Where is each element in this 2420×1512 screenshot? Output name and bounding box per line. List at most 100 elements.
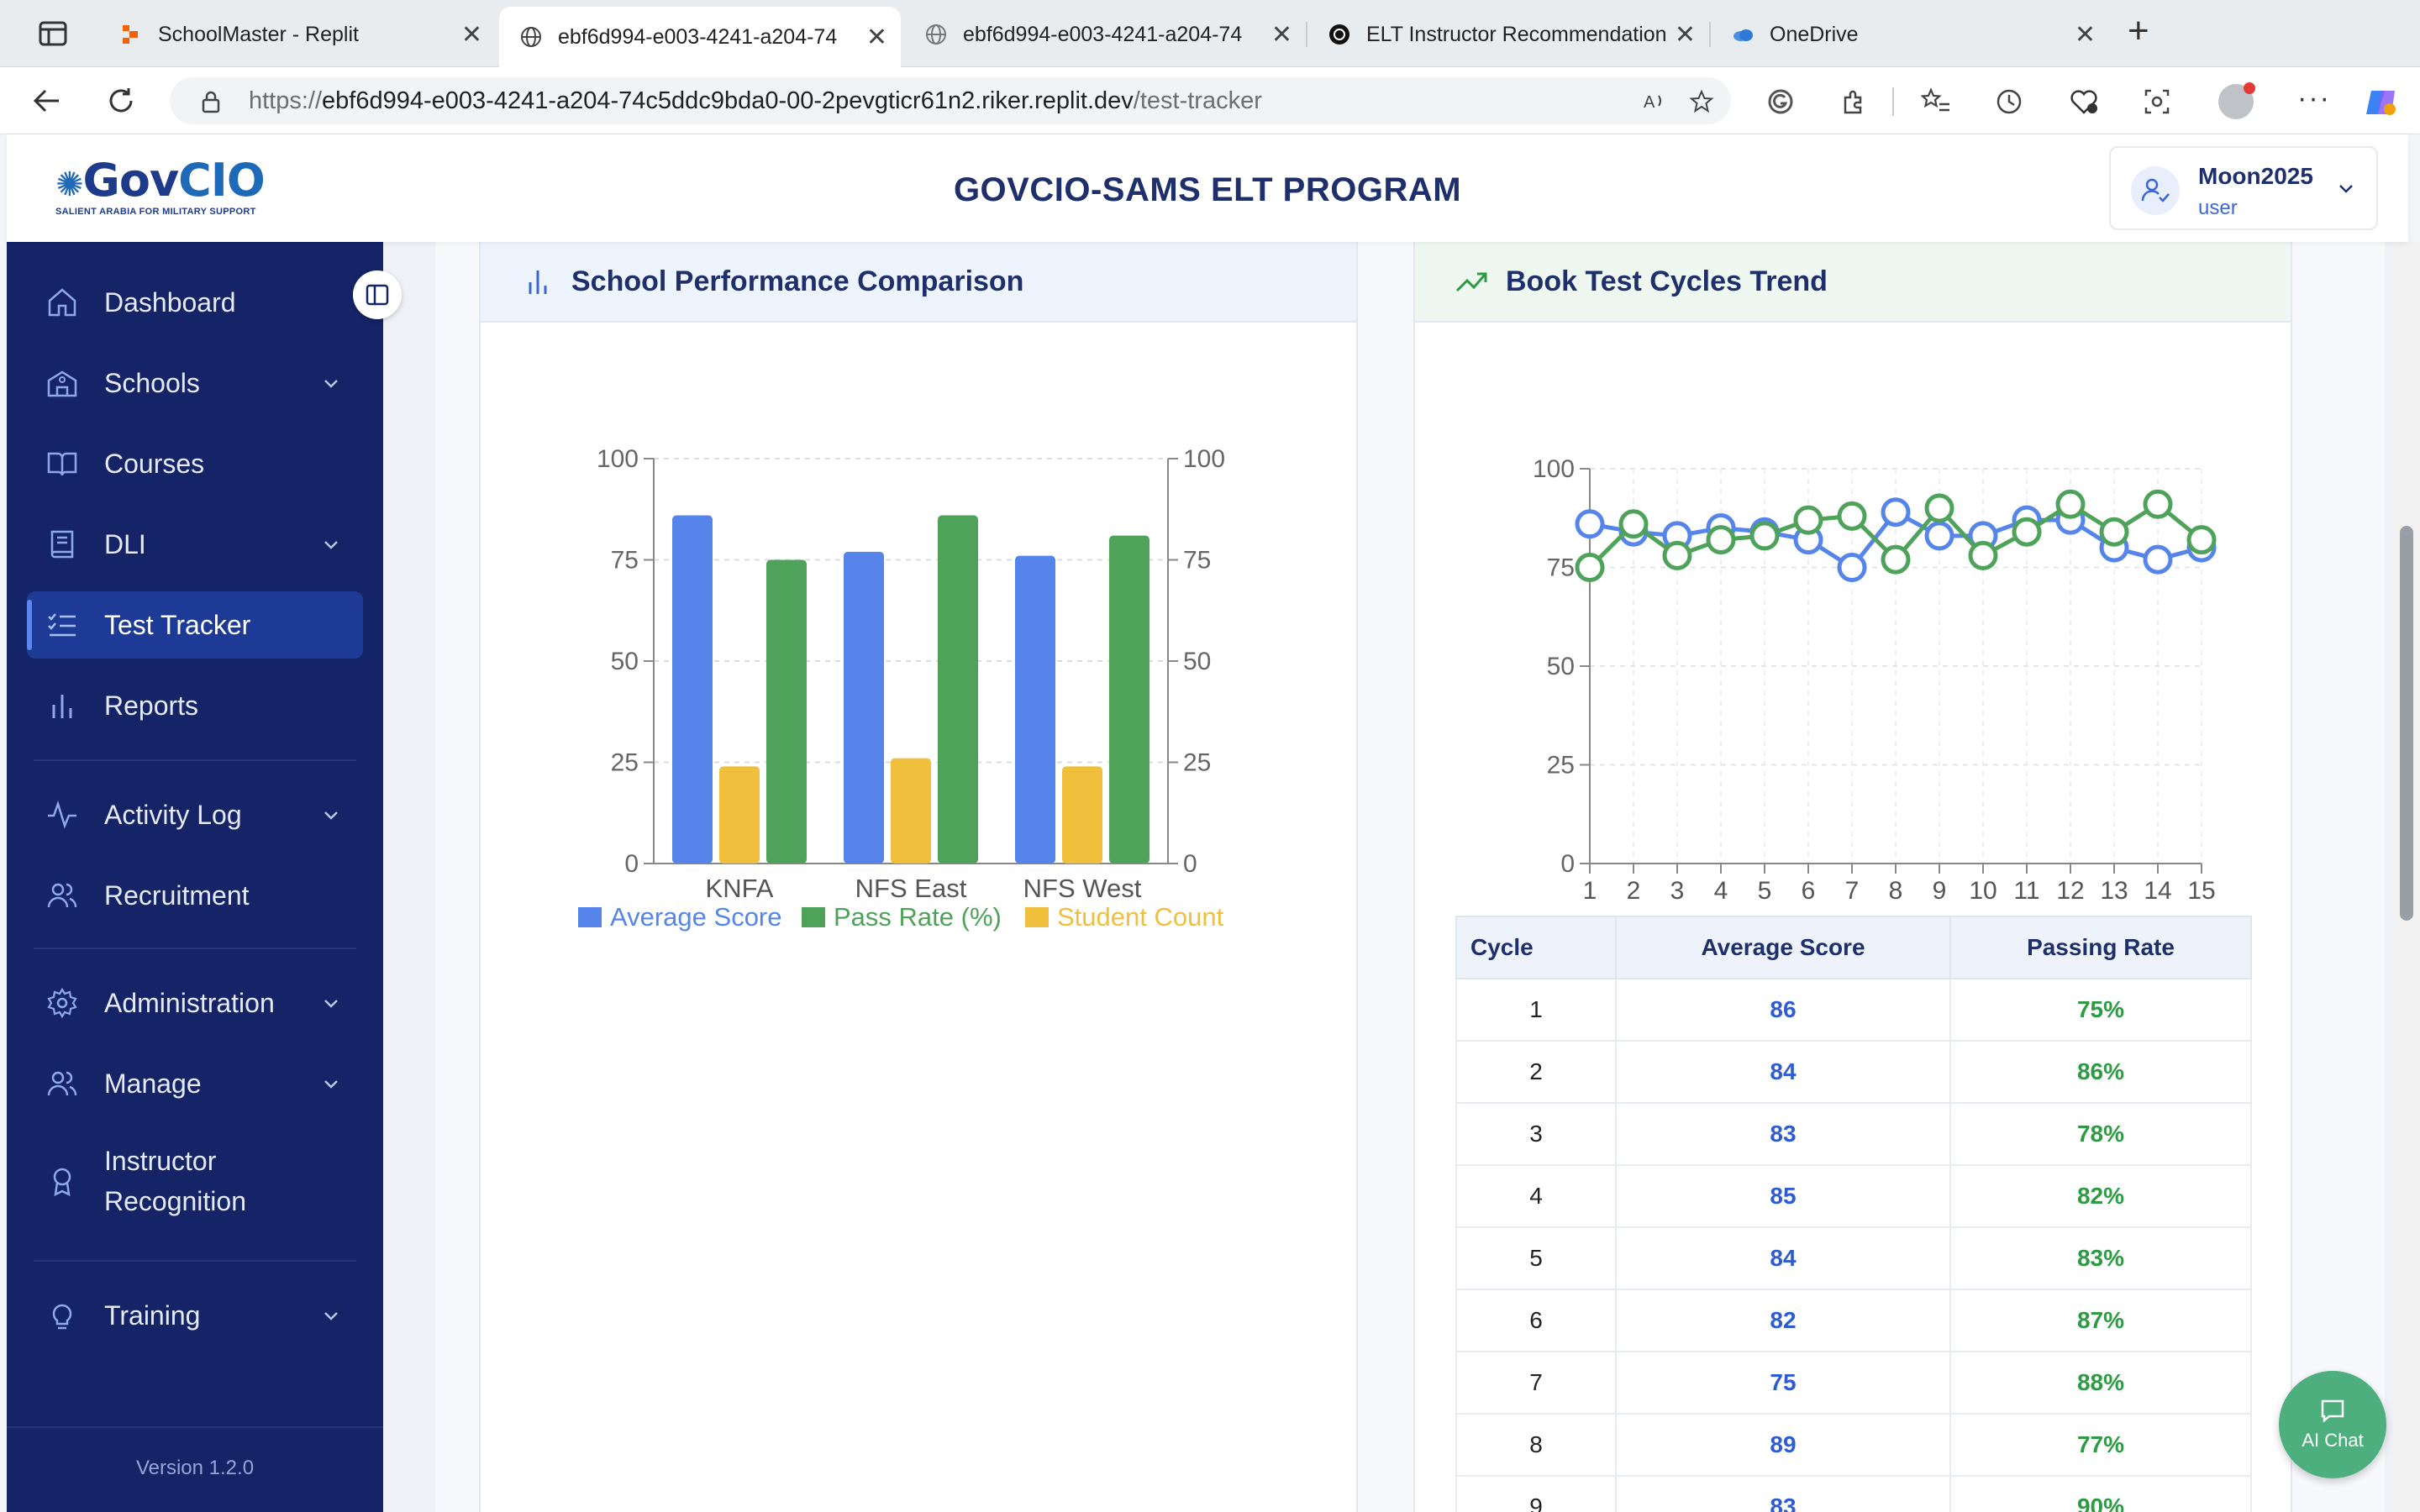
profile-avatar[interactable] xyxy=(2218,82,2255,119)
svg-text:A: A xyxy=(1644,93,1655,112)
screenshot-icon[interactable] xyxy=(2143,87,2171,116)
more-menu-icon[interactable]: ··· xyxy=(2297,82,2331,115)
sidebar-item-dashboard[interactable]: Dashboard xyxy=(27,269,363,336)
point-passing-rate xyxy=(1706,525,1736,555)
tab-elt-recommendation[interactable]: ELT Instructor Recommendation ✕ xyxy=(1307,8,1709,60)
legend-swatch xyxy=(802,907,825,927)
table-row: 8 89 77% xyxy=(1455,1414,2252,1477)
browser-toolbar: https://ebf6d994-e003-4241-a204-74c5ddc9… xyxy=(0,67,2420,134)
cell-passing-rate: 77% xyxy=(1949,1414,2252,1477)
sidebar-item-test-tracker[interactable]: Test Tracker xyxy=(27,591,363,659)
close-icon[interactable]: ✕ xyxy=(461,20,482,50)
point-average-score xyxy=(1881,497,1911,528)
sidebar-item-schools[interactable]: Schools xyxy=(27,349,363,417)
version-label: Version 1.2.0 xyxy=(135,1457,255,1479)
point-passing-rate xyxy=(1837,501,1867,531)
tab-duplicate[interactable]: ebf6d994-e003-4241-a204-74 ✕ xyxy=(904,8,1306,60)
column-header-cycle[interactable]: Cycle xyxy=(1455,916,1617,979)
point-passing-rate xyxy=(2143,489,2173,519)
tab-label: SchoolMaster - Replit xyxy=(158,22,359,46)
globe-icon xyxy=(521,27,541,47)
chevron-down-icon xyxy=(324,1312,338,1320)
cell-passing-rate: 87% xyxy=(1949,1289,2252,1352)
sidebar-item-instructor-recognition[interactable]: Instructor Recognition xyxy=(27,1131,363,1231)
sidebar-item-dli[interactable]: DLI xyxy=(27,511,363,578)
legend-swatch xyxy=(1025,907,1049,927)
read-aloud-icon[interactable]: A xyxy=(1642,89,1667,114)
cell-average-score: 82 xyxy=(1615,1289,1951,1352)
tab-test-tracker[interactable]: ebf6d994-e003-4241-a204-74 ✕ xyxy=(499,7,901,67)
history-icon[interactable] xyxy=(1995,87,2023,116)
home-icon xyxy=(44,284,81,321)
ai-chat-button[interactable]: AI Chat xyxy=(2279,1371,2386,1478)
favorites-icon[interactable] xyxy=(1921,87,1951,116)
extensions-icon[interactable] xyxy=(1839,87,1867,116)
sidebar-item-label-line2: Recognition xyxy=(104,1186,246,1216)
point-average-score xyxy=(1924,521,1954,551)
column-header-average-score[interactable]: Average Score xyxy=(1615,916,1951,979)
bar-student-count xyxy=(891,758,931,864)
sidebar-item-activity-log[interactable]: Activity Log xyxy=(27,781,363,848)
sidebar-item-label: Manage xyxy=(104,1068,202,1099)
cell-cycle: 1 xyxy=(1455,979,1617,1042)
sidebar-divider xyxy=(34,759,356,761)
point-passing-rate xyxy=(2055,489,2086,519)
x-tick-label: 6 xyxy=(1802,877,1816,905)
cell-cycle: 7 xyxy=(1455,1352,1617,1415)
close-icon[interactable]: ✕ xyxy=(2075,20,2096,50)
close-icon[interactable]: ✕ xyxy=(1271,20,1292,50)
bar-average-score xyxy=(672,515,713,864)
sidebar-item-administration[interactable]: Administration xyxy=(27,969,363,1037)
app-header: ✺GovCIO SALIENT ARABIA FOR MILITARY SUPP… xyxy=(7,134,2408,242)
y-tick-label-right: 50 xyxy=(1183,648,1211,675)
cell-passing-rate: 90% xyxy=(1949,1476,2252,1512)
column-header-passing-rate[interactable]: Passing Rate xyxy=(1949,916,2252,979)
point-passing-rate xyxy=(1881,544,1911,575)
sidebar-item-reports[interactable]: Reports xyxy=(27,672,363,739)
sidebar-item-label: Courses xyxy=(104,448,205,479)
sidebar-item-training[interactable]: Training xyxy=(27,1282,363,1349)
new-tab-button[interactable]: + xyxy=(2128,10,2149,52)
x-tick-label: 10 xyxy=(1969,877,1996,905)
sidebar-item-courses[interactable]: Courses xyxy=(27,430,363,497)
user-menu-button[interactable]: Moon2025 user xyxy=(2109,146,2378,230)
cell-cycle: 3 xyxy=(1455,1103,1617,1166)
table-row: 7 75 88% xyxy=(1455,1352,2252,1415)
book-test-cycles-chart: 0255075100123456789101112131415CycleAver… xyxy=(1533,455,2217,911)
cell-average-score: 84 xyxy=(1615,1227,1951,1290)
favorite-star-icon[interactable] xyxy=(1689,89,1714,114)
user-check-icon xyxy=(2131,166,2180,215)
tab-schoolmaster[interactable]: SchoolMaster - Replit ✕ xyxy=(99,8,496,60)
sidebar-item-manage[interactable]: Manage xyxy=(27,1050,363,1117)
x-tick-label: 14 xyxy=(2144,877,2171,905)
activity-icon xyxy=(44,796,81,833)
close-icon[interactable]: ✕ xyxy=(1675,20,1696,50)
point-passing-rate xyxy=(1793,505,1823,535)
tab-label: ELT Instructor Recommendation xyxy=(1366,22,1667,46)
sidebar-toggle-icon[interactable] xyxy=(39,20,67,47)
table-row: 3 83 78% xyxy=(1455,1103,2252,1166)
chat-bubble-icon xyxy=(2321,1399,2344,1423)
chevron-down-icon xyxy=(324,541,338,549)
lock-icon xyxy=(202,91,220,113)
users-icon xyxy=(44,1065,81,1102)
trending-up-icon xyxy=(1455,265,1489,298)
tab-onedrive[interactable]: OneDrive ✕ xyxy=(1711,8,2109,60)
close-icon[interactable]: ✕ xyxy=(866,23,887,52)
scrollbar-thumb[interactable] xyxy=(2400,526,2413,921)
y-tick-label-right: 0 xyxy=(1183,850,1197,878)
grammarly-icon[interactable] xyxy=(1766,87,1795,116)
health-icon[interactable] xyxy=(2069,87,2099,116)
address-bar[interactable]: https://ebf6d994-e003-4241-a204-74c5ddc9… xyxy=(170,77,1731,124)
sidebar-collapse-button[interactable] xyxy=(353,270,402,319)
bar-pass-rate xyxy=(766,559,807,864)
y-tick-label: 75 xyxy=(1547,554,1575,582)
bar-student-count xyxy=(719,766,760,864)
reload-button[interactable] xyxy=(103,82,139,119)
copilot-icon[interactable] xyxy=(2363,84,2400,121)
toolbar-divider xyxy=(1892,87,1894,116)
sidebar-item-recruitment[interactable]: Recruitment xyxy=(27,862,363,929)
back-button[interactable] xyxy=(29,82,66,119)
legend-label: Pass Rate (%) xyxy=(834,902,1002,932)
y-tick-label-left: 100 xyxy=(597,445,639,473)
